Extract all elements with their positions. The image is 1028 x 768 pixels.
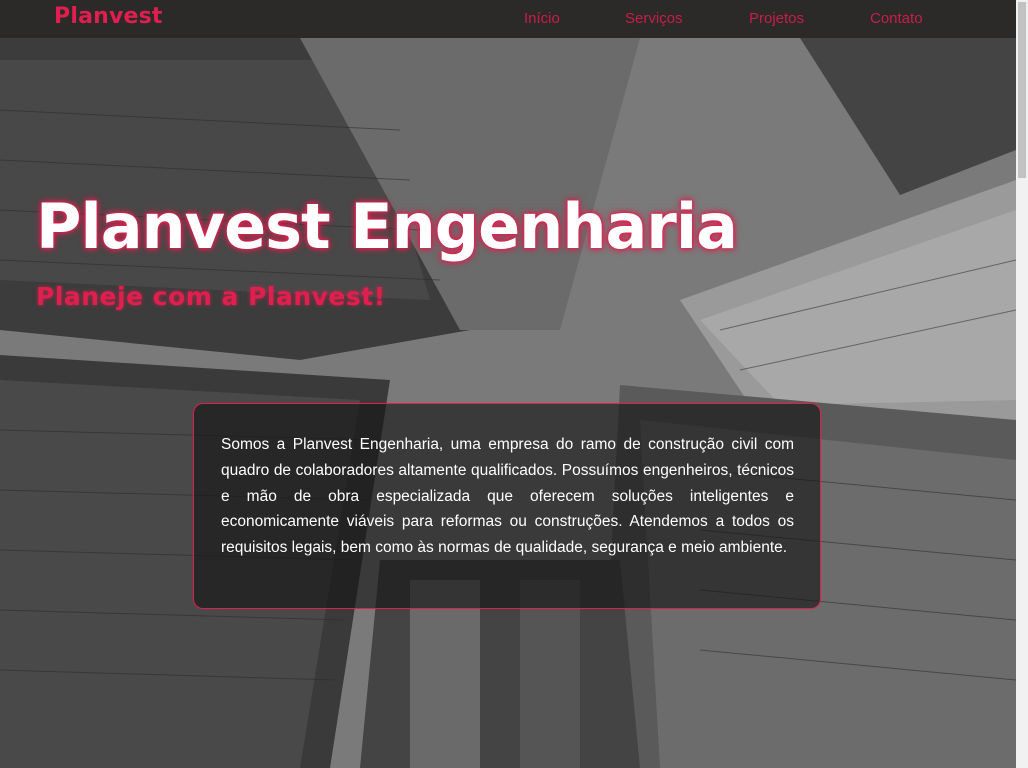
page-scrollbar[interactable] bbox=[1016, 0, 1028, 768]
about-text: Somos a Planvest Engenharia, uma empresa… bbox=[221, 436, 794, 557]
top-navbar: Planvest Início Serviços Projetos Contat… bbox=[0, 0, 1016, 38]
page: Planvest Início Serviços Projetos Contat… bbox=[0, 0, 1028, 768]
nav-link-contato[interactable]: Contato bbox=[870, 10, 923, 27]
nav-link-projetos[interactable]: Projetos bbox=[749, 10, 804, 27]
hero-subtitle: Planeje com a Planvest! bbox=[36, 282, 386, 311]
about-card: Somos a Planvest Engenharia, uma empresa… bbox=[193, 403, 821, 609]
nav-links: Início Serviços Projetos Contato bbox=[0, 10, 1016, 30]
nav-link-servicos[interactable]: Serviços bbox=[625, 10, 683, 27]
scrollbar-thumb[interactable] bbox=[1018, 2, 1026, 178]
hero-title: Planvest Engenharia bbox=[36, 190, 738, 263]
hero-background-image bbox=[0, 0, 1016, 768]
nav-link-inicio[interactable]: Início bbox=[524, 10, 560, 27]
